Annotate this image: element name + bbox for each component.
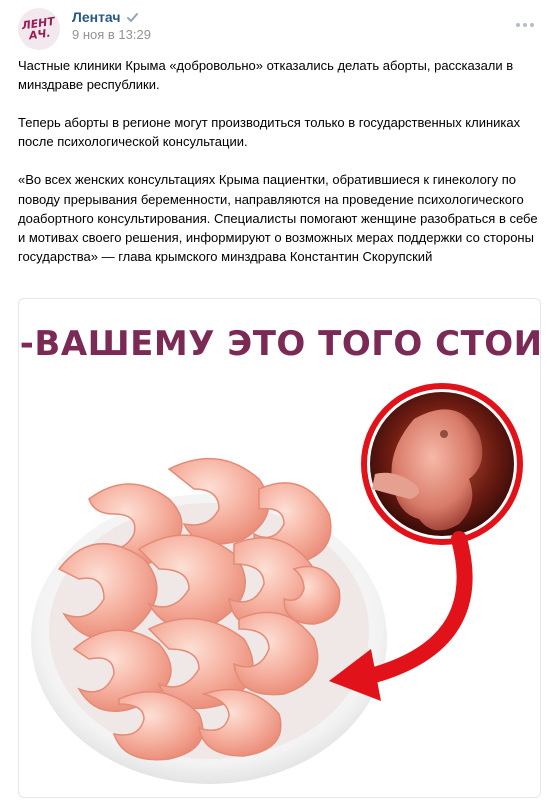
author-name[interactable]: Лентач	[72, 9, 121, 25]
avatar-logo-text: ЛЕНТАЧ.	[20, 14, 56, 43]
post-image-illustration: ПО-ВАШЕМУ ЭТО ТОГО СТОИТ?	[19, 324, 540, 784]
post-paragraph: Частные клиники Крыма «добровольно» отка…	[18, 58, 514, 93]
post-text: Частные клиники Крыма «добровольно» отка…	[18, 56, 538, 285]
post-header: ЛЕНТАЧ. Лентач 9 ноя в 13:29	[0, 0, 548, 52]
post-paragraph: «Во всех женских консультациях Крыма пац…	[18, 172, 538, 265]
post-paragraph: Теперь аборты в регионе могут производит…	[18, 115, 521, 150]
fetus-circle	[361, 383, 523, 545]
avatar[interactable]: ЛЕНТАЧ.	[18, 8, 60, 50]
verified-check-icon	[126, 12, 138, 22]
post-timestamp[interactable]: 9 ноя в 13:29	[72, 27, 151, 42]
post: ЛЕНТАЧ. Лентач 9 ноя в 13:29 Частные кли…	[0, 0, 548, 805]
post-image[interactable]: ПО-ВАШЕМУ ЭТО ТОГО СТОИТ?	[18, 298, 541, 798]
more-dots-icon	[516, 23, 520, 27]
more-options-button[interactable]	[514, 16, 536, 34]
author-row: Лентач	[72, 8, 139, 26]
image-caption-text: ПО-ВАШЕМУ ЭТО ТОГО СТОИТ?	[19, 324, 540, 364]
